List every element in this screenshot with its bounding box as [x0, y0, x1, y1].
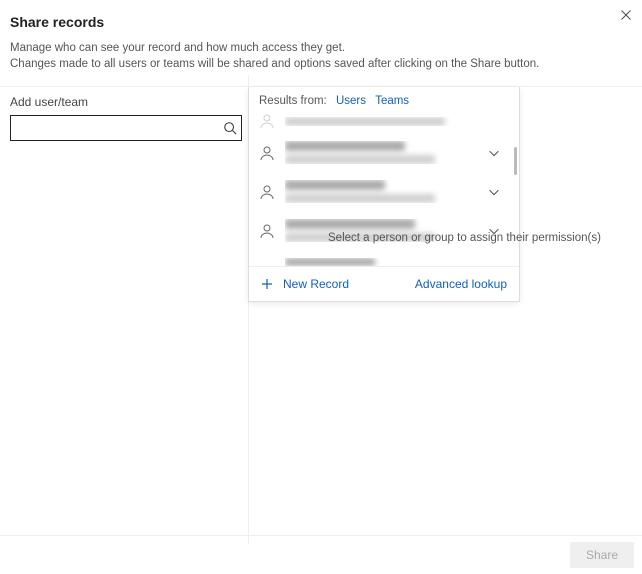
close-button[interactable]	[620, 8, 632, 24]
result-text	[285, 117, 501, 126]
result-text	[285, 180, 477, 203]
result-text	[285, 258, 501, 266]
dialog-header: Share records Manage who can see your re…	[0, 0, 642, 80]
add-user-label: Add user/team	[10, 95, 248, 109]
lookup-result-row[interactable]	[249, 172, 513, 211]
person-icon	[259, 113, 275, 129]
tab-users[interactable]: Users	[336, 95, 366, 107]
person-icon	[259, 145, 275, 161]
person-icon	[259, 184, 275, 200]
results-from-label: Results from:	[259, 95, 327, 107]
dialog-subtitle-1: Manage who can see your record and how m…	[10, 40, 632, 56]
add-user-input[interactable]	[10, 115, 242, 141]
chevron-down-icon[interactable]	[487, 146, 501, 160]
chevron-down-icon[interactable]	[487, 185, 501, 199]
new-record-button[interactable]: New Record	[261, 277, 349, 291]
advanced-lookup-link[interactable]: Advanced lookup	[415, 277, 507, 291]
lookup-result-row[interactable]	[249, 133, 513, 172]
result-text	[285, 141, 477, 164]
search-wrap	[10, 115, 242, 141]
scrollbar-thumb[interactable]	[514, 147, 517, 175]
tab-teams[interactable]: Teams	[375, 95, 409, 107]
helper-text: Select a person or group to assign their…	[328, 232, 601, 244]
lookup-dropdown: Results from: Users Teams	[248, 87, 520, 302]
lookup-result-row[interactable]	[249, 250, 513, 266]
dialog-subtitle-2: Changes made to all users or teams will …	[10, 56, 632, 72]
new-record-label: New Record	[283, 277, 349, 291]
dropdown-header: Results from: Users Teams	[249, 87, 519, 113]
dialog-footer: Share	[0, 535, 642, 574]
person-icon	[259, 223, 275, 239]
lookup-result-row[interactable]	[249, 113, 513, 133]
close-icon	[620, 9, 632, 21]
dialog-title: Share records	[10, 14, 632, 30]
lookup-result-row[interactable]	[249, 211, 513, 250]
plus-icon	[261, 278, 273, 290]
share-button[interactable]: Share	[570, 542, 634, 568]
